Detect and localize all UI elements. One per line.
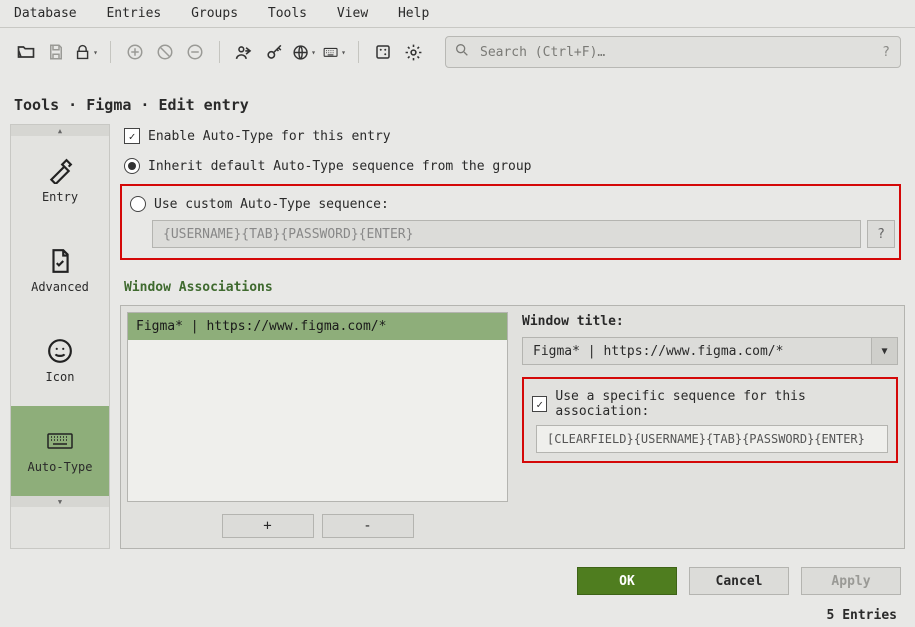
minus-icon[interactable] <box>183 40 207 64</box>
key-icon[interactable] <box>262 40 286 64</box>
sidebar-scroll-up[interactable]: ▲ <box>11 125 109 136</box>
window-title-value: Figma* | https://www.figma.com/* <box>533 344 783 359</box>
add-association-button[interactable]: + <box>222 514 314 538</box>
search-input[interactable]: Search (Ctrl+F)… ? <box>445 36 901 68</box>
breadcrumb: Tools · Figma · Edit entry <box>0 78 915 124</box>
content-pane: Enable Auto-Type for this entry Inherit … <box>120 124 905 549</box>
cancel-icon[interactable] <box>153 40 177 64</box>
specific-sequence-group: Use a specific sequence for this associa… <box>522 377 898 463</box>
sidebar-item-label: Entry <box>42 190 78 204</box>
toolbar-separator <box>358 41 359 63</box>
specific-sequence-checkbox[interactable] <box>532 396 547 412</box>
menu-entries[interactable]: Entries <box>106 6 161 21</box>
association-list[interactable]: Figma* | https://www.figma.com/* <box>127 312 508 502</box>
window-associations-panel: Figma* | https://www.figma.com/* + - Win… <box>120 305 905 549</box>
sidebar-item-icon[interactable]: Icon <box>11 316 109 406</box>
add-icon[interactable] <box>123 40 147 64</box>
specific-sequence-value: [CLEARFIELD}{USERNAME}{TAB}{PASSWORD}{EN… <box>547 432 865 446</box>
help-button[interactable]: ? <box>867 220 895 248</box>
specific-sequence-label: Use a specific sequence for this associa… <box>555 389 892 419</box>
sidebar-item-label: Icon <box>46 370 75 384</box>
toolbar-separator <box>110 41 111 63</box>
custom-sequence-input[interactable]: {USERNAME}{TAB}{PASSWORD}{ENTER} <box>152 220 861 248</box>
apply-button[interactable]: Apply <box>801 567 901 595</box>
toolbar-separator <box>219 41 220 63</box>
association-detail-pane: Window title: Figma* | https://www.figma… <box>514 306 904 548</box>
menu-database[interactable]: Database <box>14 6 77 21</box>
specific-sequence-input[interactable]: [CLEARFIELD}{USERNAME}{TAB}{PASSWORD}{EN… <box>536 425 888 453</box>
menu-groups[interactable]: Groups <box>191 6 238 21</box>
window-associations-head: Window Associations <box>124 280 905 295</box>
gear-icon[interactable] <box>401 40 425 64</box>
enable-autotype-label: Enable Auto-Type for this entry <box>148 129 391 144</box>
menu-help[interactable]: Help <box>398 6 429 21</box>
association-list-pane: Figma* | https://www.figma.com/* + - <box>121 306 514 548</box>
chevron-down-icon: ▼ <box>871 338 897 364</box>
open-icon[interactable] <box>14 40 38 64</box>
sidebar-item-label: Auto-Type <box>27 460 92 474</box>
keyboard-icon[interactable] <box>322 40 346 64</box>
window-title-label: Window title: <box>522 314 898 329</box>
remove-association-button[interactable]: - <box>322 514 414 538</box>
menu-tools[interactable]: Tools <box>268 6 307 21</box>
inherit-radio[interactable] <box>124 158 140 174</box>
dialog-buttons: OK Cancel Apply <box>0 555 915 595</box>
sidebar-item-label: Advanced <box>31 280 89 294</box>
sidebar-scroll-down[interactable]: ▼ <box>11 496 109 507</box>
enable-autotype-checkbox[interactable] <box>124 128 140 144</box>
globe-icon[interactable] <box>292 40 316 64</box>
custom-sequence-group: Use custom Auto-Type sequence: {USERNAME… <box>120 184 901 260</box>
sidebar-item-entry[interactable]: Entry <box>11 136 109 226</box>
help-icon[interactable]: ? <box>882 45 890 60</box>
custom-label: Use custom Auto-Type sequence: <box>154 197 389 212</box>
menubar: Database Entries Groups Tools View Help <box>0 0 915 28</box>
inherit-label: Inherit default Auto-Type sequence from … <box>148 159 532 174</box>
sidebar-item-autotype[interactable]: Auto-Type <box>11 406 109 496</box>
ok-button[interactable]: OK <box>577 567 677 595</box>
association-list-item[interactable]: Figma* | https://www.figma.com/* <box>128 313 507 340</box>
search-placeholder: Search (Ctrl+F)… <box>480 45 605 60</box>
dice-icon[interactable] <box>371 40 395 64</box>
lock-icon[interactable] <box>74 40 98 64</box>
share-person-icon[interactable] <box>232 40 256 64</box>
search-icon <box>454 42 470 62</box>
window-title-select[interactable]: Figma* | https://www.figma.com/* ▼ <box>522 337 898 365</box>
custom-radio[interactable] <box>130 196 146 212</box>
sidebar-item-advanced[interactable]: Advanced <box>11 226 109 316</box>
status-entries: 5 Entries <box>827 608 897 623</box>
save-icon[interactable] <box>44 40 68 64</box>
sidebar: ▲ Entry Advanced Icon Auto-Type ▼ <box>10 124 110 549</box>
custom-sequence-value: {USERNAME}{TAB}{PASSWORD}{ENTER} <box>163 227 413 242</box>
toolbar: Search (Ctrl+F)… ? <box>0 28 915 78</box>
cancel-button[interactable]: Cancel <box>689 567 789 595</box>
menu-view[interactable]: View <box>337 6 368 21</box>
